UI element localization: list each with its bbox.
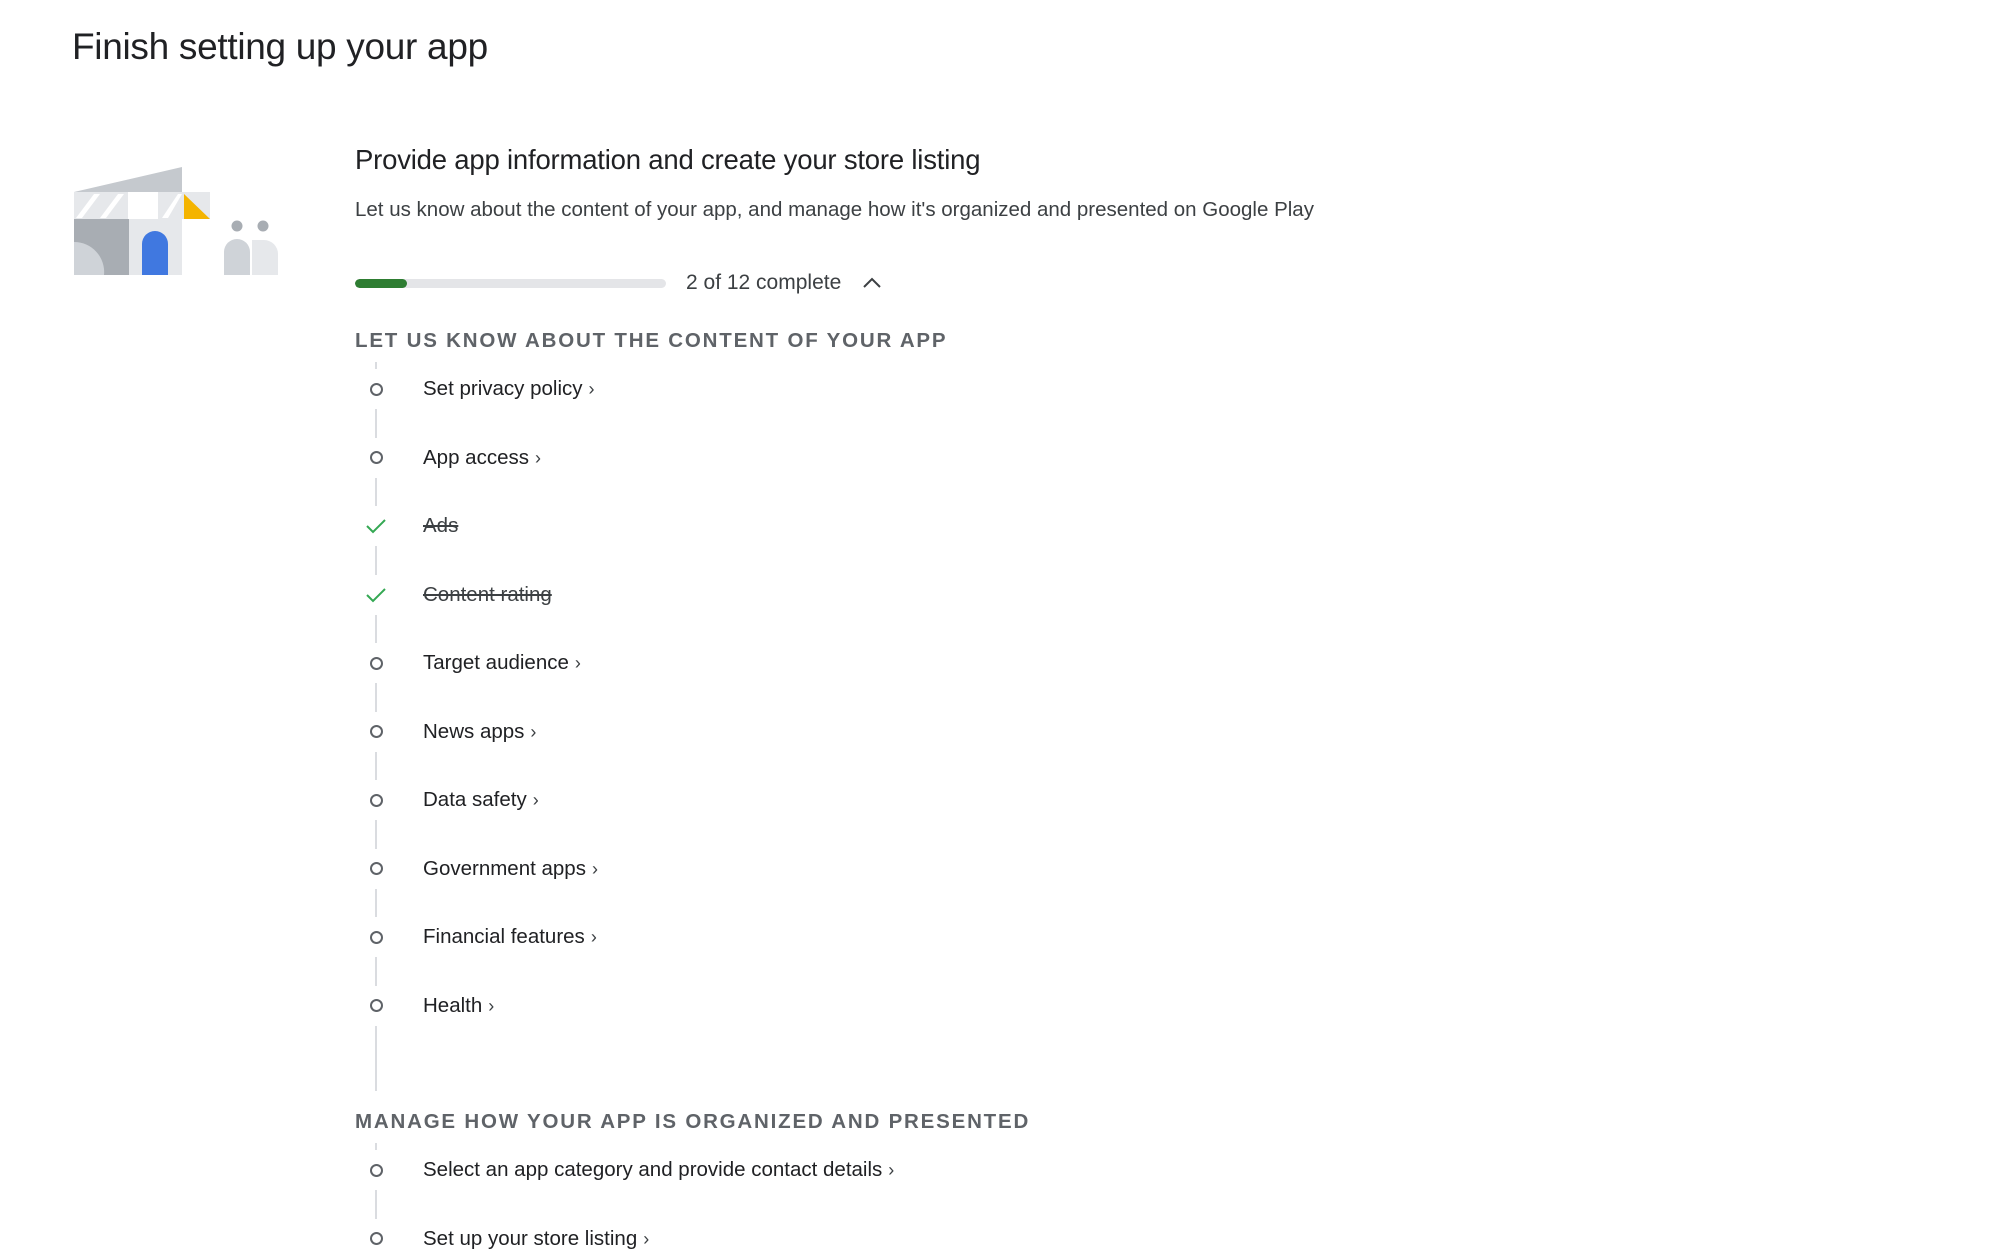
task-label-text: Set privacy policy <box>423 377 583 400</box>
pending-circle-icon <box>356 1150 396 1190</box>
task-label-text: Ads <box>423 514 459 537</box>
section-header: Let us know about the content of your ap… <box>355 329 948 352</box>
task-item[interactable]: Set privacy policy › <box>355 369 595 409</box>
task-label[interactable]: Financial features › <box>423 925 597 949</box>
chevron-right-icon: › <box>530 721 537 742</box>
card-title: Provide app information and create your … <box>355 144 981 175</box>
task-item[interactable]: Set up your store listing › <box>355 1218 649 1259</box>
task-label-text: Select an app category and provide conta… <box>423 1158 883 1181</box>
task-label-text: App access <box>423 445 529 469</box>
chevron-right-icon: › <box>574 653 581 673</box>
task-label[interactable]: Set up your store listing › <box>423 1227 649 1251</box>
task-label-text: Target audience <box>423 651 569 674</box>
task-item[interactable]: Financial features › <box>355 917 597 957</box>
task-label[interactable]: News apps › <box>423 720 536 744</box>
pending-circle-icon <box>356 985 396 1026</box>
progress-label: 2 of 12 complete <box>686 271 842 294</box>
pending-circle-icon <box>356 780 396 820</box>
task-label-text: News apps <box>423 719 525 743</box>
chevron-right-icon: › <box>888 1160 895 1180</box>
task-label: Content rating <box>423 583 552 607</box>
chevron-right-icon: › <box>488 995 495 1016</box>
task-item[interactable]: Target audience › <box>355 643 581 683</box>
section-header: Manage how your app is organized and pre… <box>355 1110 1031 1133</box>
task-label[interactable]: Select an app category and provide conta… <box>423 1158 894 1182</box>
chevron-right-icon: › <box>534 447 541 468</box>
chevron-up-icon <box>863 277 881 288</box>
task-label[interactable]: App access › <box>423 446 541 470</box>
progress-bar-fill <box>355 278 407 288</box>
setup-card: Provide app information and create your … <box>355 144 1855 1259</box>
chevron-right-icon: › <box>643 1228 650 1249</box>
task-item: Content rating <box>355 574 552 615</box>
pending-circle-icon <box>356 848 396 889</box>
task-label-text: Health <box>423 993 483 1017</box>
task-item[interactable]: Select an app category and provide conta… <box>355 1150 894 1190</box>
task-item[interactable]: Government apps › <box>355 848 598 889</box>
progress-bar <box>355 278 666 288</box>
task-label-text: Government apps <box>423 856 586 880</box>
task-label[interactable]: Target audience › <box>423 651 581 675</box>
task-label-text: Financial features <box>423 925 585 948</box>
task-label[interactable]: Set privacy policy › <box>423 377 595 401</box>
task-label[interactable]: Government apps › <box>423 857 598 881</box>
task-item[interactable]: Data safety › <box>355 780 539 820</box>
page-title: Finish setting up your app <box>72 26 488 67</box>
check-icon <box>356 574 396 615</box>
collapse-toggle-button[interactable] <box>857 268 887 298</box>
task-label[interactable]: Data safety › <box>423 788 539 812</box>
check-icon <box>356 506 396 546</box>
chevron-right-icon: › <box>591 858 598 879</box>
pending-circle-icon <box>356 643 396 683</box>
task-label-text: Data safety <box>423 788 527 811</box>
task-item[interactable]: App access › <box>355 437 541 478</box>
task-item[interactable]: News apps › <box>355 711 536 752</box>
card-subtitle: Let us know about the content of your ap… <box>355 198 1314 221</box>
chevron-right-icon: › <box>588 379 595 399</box>
task-item: Ads <box>355 506 458 546</box>
task-label-text: Content rating <box>423 582 552 606</box>
pending-circle-icon <box>356 437 396 478</box>
pending-circle-icon <box>356 711 396 752</box>
pending-circle-icon <box>356 917 396 957</box>
progress-row: 2 of 12 complete <box>355 268 887 298</box>
pending-circle-icon <box>356 369 396 409</box>
chevron-right-icon: › <box>532 790 539 810</box>
task-label-text: Set up your store listing <box>423 1226 638 1250</box>
setup-illustration-icon <box>72 162 292 282</box>
task-label[interactable]: Health › <box>423 994 494 1018</box>
task-label: Ads <box>423 514 458 538</box>
chevron-right-icon: › <box>590 927 597 947</box>
pending-circle-icon <box>356 1218 396 1259</box>
task-item[interactable]: Health › <box>355 985 494 1026</box>
